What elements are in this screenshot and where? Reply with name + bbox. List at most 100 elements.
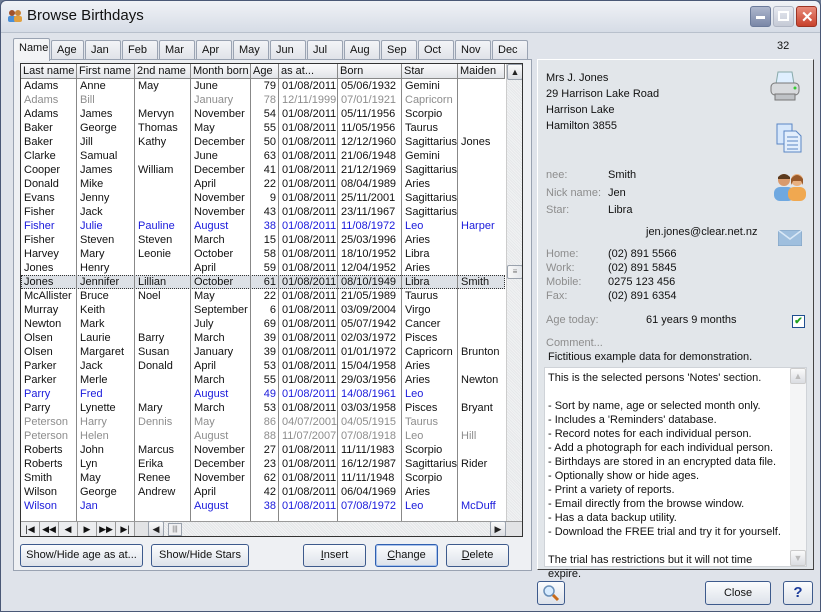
- table-row-selected[interactable]: Jones Jennifer Lillian October 61 01/08/2011 0…: [21, 275, 505, 289]
- table-row[interactable]: Fisher Steven Steven March 15 01/08/2011 25/03…: [21, 233, 505, 247]
- horizontal-scroll-thumb[interactable]: |||: [168, 523, 182, 536]
- tab-jan[interactable]: Jan: [85, 40, 121, 60]
- table-row[interactable]: Newton Mark July 69 01/08/2011 05/07/1942 Canc…: [21, 317, 505, 331]
- table-row[interactable]: Evans Jenny November 9 01/08/2011 25/11/2001 S…: [21, 191, 505, 205]
- delete-button[interactable]: Delete: [446, 544, 509, 567]
- notes-scroll-down-button[interactable]: ▼: [790, 550, 806, 566]
- table-row[interactable]: Wilson Jan August 38 01/08/2011 07/08/1972 Leo…: [21, 499, 505, 513]
- help-button[interactable]: ?: [783, 581, 813, 605]
- table-row[interactable]: Clarke Samual June 63 01/08/2011 21/06/1948 Ge…: [21, 149, 505, 163]
- close-window-button[interactable]: ✕: [796, 6, 817, 27]
- first-record-button[interactable]: |◀: [21, 522, 40, 536]
- scroll-left-button[interactable]: ◀: [148, 521, 164, 536]
- tab-age[interactable]: Age: [51, 40, 84, 60]
- copy-icon[interactable]: [775, 122, 803, 154]
- tab-jun[interactable]: Jun: [270, 40, 306, 60]
- show-hide-stars-button[interactable]: Show/Hide Stars: [151, 544, 249, 567]
- show-hide-age-button[interactable]: Show/Hide age as at...: [20, 544, 143, 567]
- minimize-button[interactable]: [750, 6, 771, 27]
- cell-month-born: August: [194, 500, 229, 512]
- prev-record-button[interactable]: ◀: [59, 522, 78, 536]
- column-header-as-at[interactable]: as at...: [279, 64, 338, 79]
- table-row[interactable]: Baker Jill Kathy December 50 01/08/2011 12/12/…: [21, 135, 505, 149]
- table-row[interactable]: Harvey Mary Leonie October 58 01/08/2011 18/10…: [21, 247, 505, 261]
- cell-first-name: Mark: [80, 318, 105, 330]
- table-row[interactable]: Parry Lynette Mary March 53 01/08/2011 03/03/1…: [21, 401, 505, 415]
- column-header-maiden[interactable]: Maiden: [458, 64, 505, 79]
- table-row[interactable]: Wilson George Andrew April 42 01/08/2011 06/04…: [21, 485, 505, 499]
- scroll-thumb[interactable]: ≡: [507, 265, 522, 279]
- cell-last-name: Smith: [24, 472, 53, 484]
- table-row[interactable]: Jones Henry April 59 01/08/2011 12/04/1952 Ari…: [21, 261, 505, 275]
- email-icon[interactable]: [778, 230, 802, 246]
- vertical-scrollbar[interactable]: ▲ ≡ ▼: [506, 64, 522, 536]
- table-row[interactable]: Roberts John Marcus November 27 01/08/2011 11/…: [21, 443, 505, 457]
- prev-page-button[interactable]: ◀◀: [40, 522, 59, 536]
- table-row[interactable]: Donald Mike April 22 01/08/2011 08/04/1989 Ari…: [21, 177, 505, 191]
- column-header-last-name[interactable]: Last name: [21, 64, 77, 79]
- table-row[interactable]: Parker Jack Donald April 53 01/08/2011 15/04/1…: [21, 359, 505, 373]
- table-row[interactable]: Parker Merle March 55 01/08/2011 29/03/1956 Ar…: [21, 373, 505, 387]
- cell-born: 14/08/1961: [341, 388, 397, 400]
- tab-sep[interactable]: Sep: [381, 40, 417, 60]
- cell-month-born: December: [194, 458, 245, 470]
- table-row[interactable]: Baker George Thomas May 55 01/08/2011 11/05/19…: [21, 121, 505, 135]
- cell-age: 39: [263, 332, 276, 344]
- tab-jul[interactable]: Jul: [307, 40, 343, 60]
- table-row[interactable]: Olsen Laurie Barry March 39 01/08/2011 02/03/1…: [21, 331, 505, 345]
- scroll-up-button[interactable]: ▲: [507, 64, 522, 80]
- tab-nov[interactable]: Nov: [455, 40, 491, 60]
- cell-2nd-name: Lillian: [138, 276, 167, 288]
- maximize-button[interactable]: [773, 6, 794, 27]
- table-row[interactable]: Adams Anne May June 79 01/08/2011 05/06/1932 Ge…: [21, 79, 505, 93]
- printer-icon[interactable]: [768, 70, 802, 104]
- tab-oct[interactable]: Oct: [418, 40, 454, 60]
- tab-aug[interactable]: Aug: [344, 40, 380, 60]
- scroll-right-button[interactable]: ▶: [490, 521, 506, 536]
- column-header-born[interactable]: Born: [338, 64, 402, 79]
- table-row[interactable]: Fisher Jack November 43 01/08/2011 23/11/1967…: [21, 205, 505, 219]
- cell-age: 78: [263, 94, 276, 106]
- horizontal-scrollbar[interactable]: ◀ ||| ▶: [148, 521, 506, 536]
- tab-may[interactable]: May: [233, 40, 269, 60]
- tab-name[interactable]: Name: [13, 38, 50, 61]
- email-address[interactable]: jen.jones@clear.net.nz: [646, 226, 757, 238]
- tab-apr[interactable]: Apr: [196, 40, 232, 60]
- search-button[interactable]: [537, 581, 565, 605]
- column-header-age[interactable]: Age: [251, 64, 279, 79]
- close-button[interactable]: Close: [705, 581, 771, 605]
- column-header-star[interactable]: Star: [402, 64, 458, 79]
- table-row[interactable]: Peterson Helen August 88 11/07/2007 07/08/191…: [21, 429, 505, 443]
- insert-button[interactable]: Insert: [303, 544, 366, 567]
- contacts-icon[interactable]: [773, 173, 807, 201]
- table-row[interactable]: Cooper James William December 41 01/08/2011 21…: [21, 163, 505, 177]
- table-row[interactable]: Smith May Renee November 62 01/08/2011 11/11/1…: [21, 471, 505, 485]
- notes-scrollbar[interactable]: ▲ ▼: [790, 368, 806, 566]
- table-row[interactable]: Parry Fred August 49 01/08/2011 14/08/1961 Leo: [21, 387, 505, 401]
- tab-dec[interactable]: Dec: [492, 40, 528, 60]
- cell-2nd-name: Pauline: [138, 220, 175, 232]
- table-row[interactable]: Adams James Mervyn November 54 01/08/2011 05/1…: [21, 107, 505, 121]
- show-age-checkbox[interactable]: ✔: [792, 315, 805, 328]
- title-bar[interactable]: Browse Birthdays ✕: [1, 1, 820, 33]
- table-row[interactable]: Murray Keith September 6 01/08/2011 03/09/200…: [21, 303, 505, 317]
- column-header-2nd-name[interactable]: 2nd name: [135, 64, 191, 79]
- cell-star: Aries: [405, 374, 431, 386]
- table-row[interactable]: Fisher Julie Pauline August 38 01/08/2011 11/0…: [21, 219, 505, 233]
- column-header-first-name[interactable]: First name: [77, 64, 135, 79]
- table-row[interactable]: McAllister Bruce Noel May 22 01/08/2011 21/05/…: [21, 289, 505, 303]
- last-record-button[interactable]: ▶|: [116, 522, 135, 536]
- next-page-button[interactable]: ▶▶: [97, 522, 116, 536]
- next-record-button[interactable]: ▶: [78, 522, 97, 536]
- table-row[interactable]: Roberts Lyn Erika December 23 01/08/2011 16/12…: [21, 457, 505, 471]
- table-row[interactable]: Peterson Harry Dennis May 86 04/07/2001 04/05/…: [21, 415, 505, 429]
- table-row[interactable]: Olsen Margaret Susan January 39 01/08/2011 01/…: [21, 345, 505, 359]
- change-button[interactable]: Change: [375, 544, 438, 567]
- cell-first-name: Lyn: [80, 458, 98, 470]
- tab-feb[interactable]: Feb: [122, 40, 158, 60]
- notes-textarea[interactable]: This is the selected persons 'Notes' sec…: [544, 367, 807, 580]
- column-header-month-born[interactable]: Month born: [191, 64, 251, 79]
- notes-scroll-up-button[interactable]: ▲: [790, 368, 806, 384]
- tab-mar[interactable]: Mar: [159, 40, 195, 60]
- table-row[interactable]: Adams Bill January 78 12/11/1999 07/01/1921 Ca…: [21, 93, 505, 107]
